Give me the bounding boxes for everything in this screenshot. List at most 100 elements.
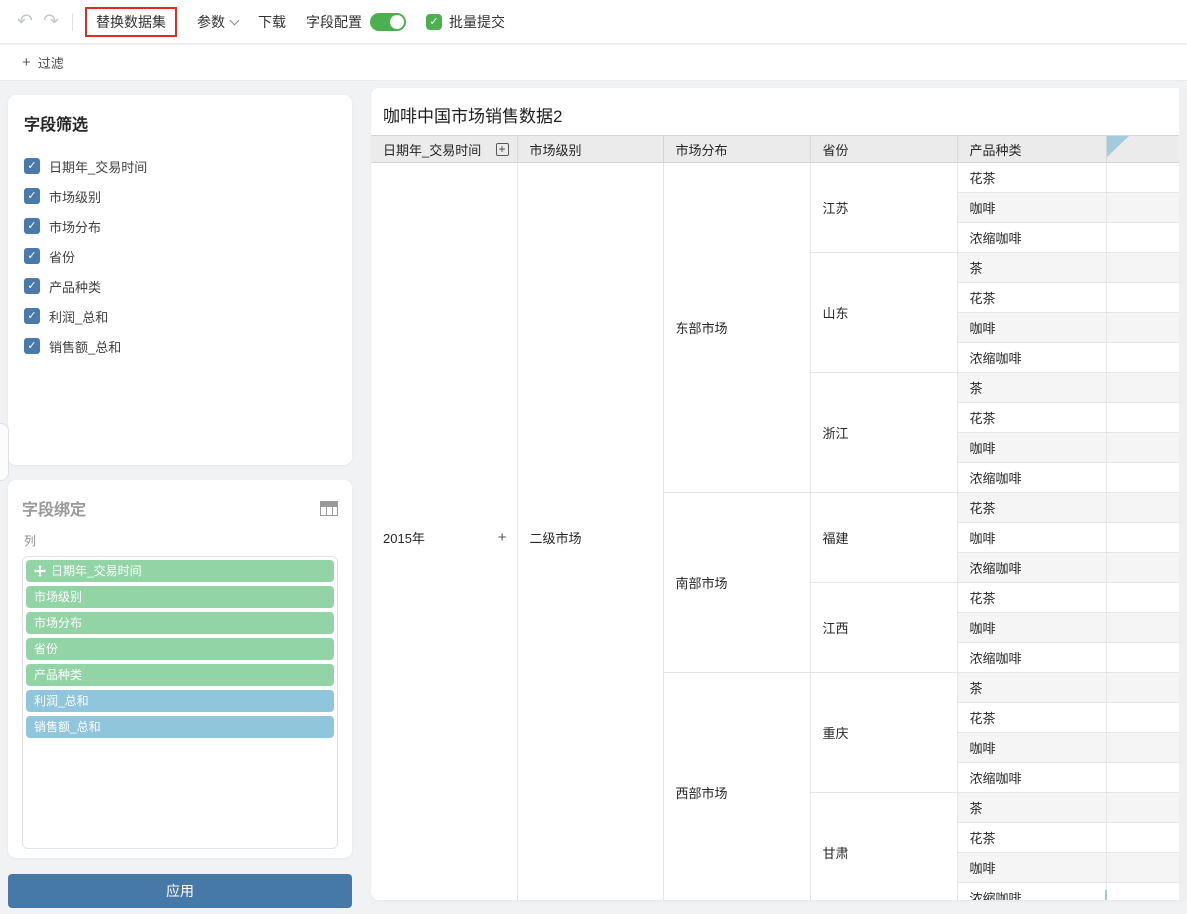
value-cell[interactable]	[1106, 883, 1179, 901]
column-header[interactable]: 市场分布	[663, 136, 810, 163]
field-filter-item[interactable]: ✓市场分布	[24, 211, 336, 241]
undo-icon[interactable]: ↶	[12, 10, 38, 33]
province-cell[interactable]: 山东	[810, 253, 957, 373]
field-pill[interactable]: 市场分布	[26, 612, 334, 634]
checkbox-checked-icon[interactable]: ✓	[24, 188, 40, 204]
product-cell[interactable]: 花茶	[957, 823, 1106, 853]
field-filter-item[interactable]: ✓省份	[24, 241, 336, 271]
product-cell[interactable]: 浓缩咖啡	[957, 553, 1106, 583]
value-cell[interactable]	[1106, 643, 1179, 673]
product-cell[interactable]: 花茶	[957, 583, 1106, 613]
sidebar-collapse-handle[interactable]	[0, 423, 9, 481]
checkbox-checked-icon[interactable]: ✓	[24, 218, 40, 234]
product-cell[interactable]: 花茶	[957, 163, 1106, 193]
province-cell[interactable]: 浙江	[810, 373, 957, 493]
province-cell[interactable]: 甘肃	[810, 793, 957, 901]
batch-submit-checkbox[interactable]: ✓	[426, 14, 442, 30]
value-cell[interactable]	[1106, 343, 1179, 373]
checkbox-checked-icon[interactable]: ✓	[24, 308, 40, 324]
field-filter-item[interactable]: ✓日期年_交易时间	[24, 151, 336, 181]
product-cell[interactable]: 咖啡	[957, 523, 1106, 553]
field-filter-item[interactable]: ✓市场级别	[24, 181, 336, 211]
product-cell[interactable]: 茶	[957, 253, 1106, 283]
product-cell[interactable]: 茶	[957, 673, 1106, 703]
province-cell[interactable]: 江苏	[810, 163, 957, 253]
column-header[interactable]: 市场级别	[517, 136, 663, 163]
product-cell[interactable]: 浓缩咖啡	[957, 343, 1106, 373]
value-cell[interactable]	[1106, 733, 1179, 763]
value-cell[interactable]	[1106, 463, 1179, 493]
product-cell[interactable]: 咖啡	[957, 613, 1106, 643]
province-cell[interactable]: 福建	[810, 493, 957, 583]
column-header[interactable]	[1106, 136, 1179, 163]
product-cell[interactable]: 咖啡	[957, 733, 1106, 763]
column-header[interactable]: 省份	[810, 136, 957, 163]
market-level-cell[interactable]: 二级市场	[517, 163, 663, 901]
field-pill[interactable]: 产品种类	[26, 664, 334, 686]
product-cell[interactable]: 茶	[957, 373, 1106, 403]
value-cell[interactable]	[1106, 373, 1179, 403]
checkbox-checked-icon[interactable]: ✓	[24, 278, 40, 294]
value-cell[interactable]	[1106, 313, 1179, 343]
value-cell[interactable]	[1106, 253, 1179, 283]
product-cell[interactable]: 花茶	[957, 493, 1106, 523]
product-cell[interactable]: 咖啡	[957, 313, 1106, 343]
product-cell[interactable]: 浓缩咖啡	[957, 643, 1106, 673]
value-cell[interactable]	[1106, 673, 1179, 703]
product-cell[interactable]: 浓缩咖啡	[957, 463, 1106, 493]
field-pill[interactable]: 日期年_交易时间	[26, 560, 334, 582]
field-config-toggle[interactable]	[370, 13, 406, 31]
product-cell[interactable]: 浓缩咖啡	[957, 763, 1106, 793]
table-view-icon[interactable]	[320, 501, 338, 516]
checkbox-checked-icon[interactable]: ✓	[24, 338, 40, 354]
column-header[interactable]: 产品种类	[957, 136, 1106, 163]
field-filter-item[interactable]: ✓利润_总和	[24, 301, 336, 331]
product-cell[interactable]: 浓缩咖啡	[957, 223, 1106, 253]
value-cell[interactable]	[1106, 493, 1179, 523]
column-header[interactable]: 日期年_交易时间+	[371, 136, 517, 163]
value-cell[interactable]	[1106, 703, 1179, 733]
year-expand-icon[interactable]: +	[498, 529, 507, 546]
market-cell[interactable]: 西部市场	[663, 673, 810, 901]
download-button[interactable]: 下载	[258, 12, 286, 32]
apply-button[interactable]: 应用	[8, 874, 352, 908]
product-cell[interactable]: 咖啡	[957, 853, 1106, 883]
vertical-scrollbar[interactable]	[1179, 88, 1187, 900]
value-cell[interactable]	[1106, 523, 1179, 553]
value-cell[interactable]	[1106, 763, 1179, 793]
params-dropdown[interactable]: 参数	[197, 12, 238, 32]
value-cell[interactable]	[1106, 823, 1179, 853]
province-cell[interactable]: 重庆	[810, 673, 957, 793]
product-cell[interactable]: 花茶	[957, 283, 1106, 313]
field-filter-item[interactable]: ✓销售额_总和	[24, 331, 336, 361]
field-pill[interactable]: 利润_总和	[26, 690, 334, 712]
product-cell[interactable]: 咖啡	[957, 433, 1106, 463]
value-cell[interactable]	[1106, 283, 1179, 313]
year-cell[interactable]: 2015年+	[371, 163, 517, 901]
product-cell[interactable]: 茶	[957, 793, 1106, 823]
checkbox-checked-icon[interactable]: ✓	[24, 158, 40, 174]
value-cell[interactable]	[1106, 193, 1179, 223]
field-pill[interactable]: 省份	[26, 638, 334, 660]
field-filter-item[interactable]: ✓产品种类	[24, 271, 336, 301]
product-cell[interactable]: 花茶	[957, 403, 1106, 433]
replace-dataset-button[interactable]: 替换数据集	[85, 7, 177, 37]
market-cell[interactable]: 东部市场	[663, 163, 810, 493]
value-cell[interactable]	[1106, 403, 1179, 433]
redo-icon[interactable]: ↷	[38, 10, 64, 33]
market-cell[interactable]: 南部市场	[663, 493, 810, 673]
product-cell[interactable]: 咖啡	[957, 193, 1106, 223]
value-cell[interactable]	[1106, 223, 1179, 253]
value-cell[interactable]	[1106, 583, 1179, 613]
field-pill[interactable]: 市场级别	[26, 586, 334, 608]
field-pill[interactable]: 销售额_总和	[26, 716, 334, 738]
product-cell[interactable]: 浓缩咖啡	[957, 883, 1106, 901]
value-cell[interactable]	[1106, 163, 1179, 193]
checkbox-checked-icon[interactable]: ✓	[24, 248, 40, 264]
value-cell[interactable]	[1106, 553, 1179, 583]
value-cell[interactable]	[1106, 613, 1179, 643]
value-cell[interactable]	[1106, 853, 1179, 883]
province-cell[interactable]: 江西	[810, 583, 957, 673]
value-cell[interactable]	[1106, 793, 1179, 823]
product-cell[interactable]: 花茶	[957, 703, 1106, 733]
